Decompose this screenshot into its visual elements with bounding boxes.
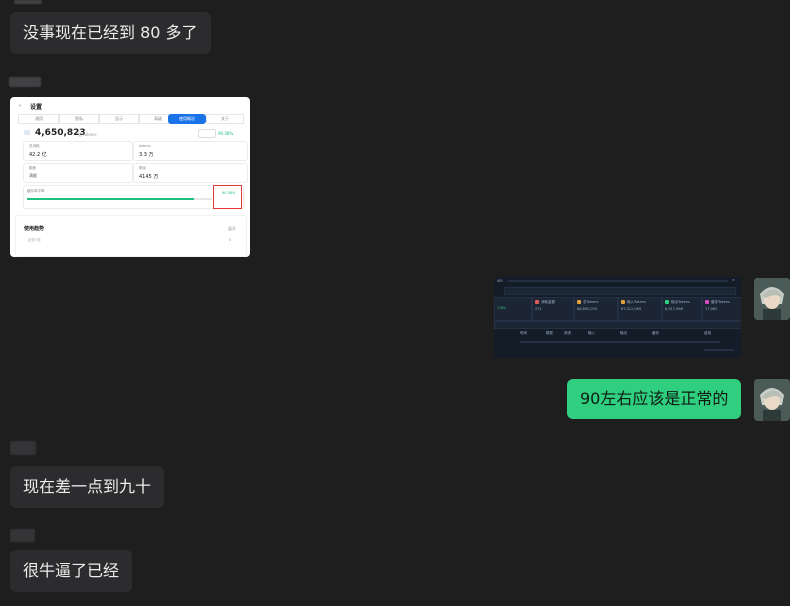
stat-cell-5: 输出Tokens 8,917,966 bbox=[662, 297, 702, 321]
sender-name-blurred bbox=[10, 529, 35, 542]
tab-3: 显示 bbox=[98, 114, 140, 124]
stat-label: 输入Tokens bbox=[627, 300, 646, 304]
table-footer bbox=[704, 349, 734, 351]
metric-label: tokens bbox=[139, 144, 151, 148]
stat-value: 67,012,069 bbox=[621, 307, 642, 311]
metric-value: 42.2 亿 bbox=[29, 152, 47, 158]
image-message-dashboard-screenshot[interactable]: API × 7.8% 消耗金额 271 总Tokens 88,892,033 输… bbox=[494, 277, 741, 358]
message-text: 现在差一点到九十 bbox=[23, 477, 152, 496]
metric-card-1: 总消耗 42.2 亿 bbox=[23, 141, 133, 161]
message-bubble-incoming[interactable]: 现在差一点到九十 bbox=[10, 466, 165, 508]
stat-icon bbox=[535, 300, 539, 304]
table-header-5: 输出 bbox=[620, 331, 627, 335]
settings-title: 设置 bbox=[30, 104, 43, 111]
progress-label: 缓存命中率 bbox=[27, 189, 45, 193]
filter-row bbox=[504, 287, 736, 295]
avatar[interactable] bbox=[754, 278, 790, 320]
message-bubble-outgoing[interactable]: 90左右应该是正常的 bbox=[567, 379, 742, 419]
table-row bbox=[520, 341, 720, 343]
trend-row-right: 0 bbox=[229, 238, 232, 242]
message-bubble-incoming[interactable]: 没事现在已经到 80 多了 bbox=[10, 12, 211, 54]
stat-cell-2: 消耗金额 271 bbox=[532, 297, 574, 321]
dashboard-header: API bbox=[497, 279, 503, 283]
trend-title: 使用趋势 bbox=[24, 226, 45, 232]
stat-label: 总Tokens bbox=[583, 300, 599, 304]
table-header-6: 缓存 bbox=[652, 331, 659, 335]
tab-5-active: 使用概况 bbox=[168, 114, 206, 124]
stat-cell-6: 缓存Tokens 17,962 bbox=[702, 297, 741, 321]
stat-cell-4: 输入Tokens 67,012,069 bbox=[618, 297, 662, 321]
table-header-1: 时间 bbox=[520, 331, 527, 335]
anime-avatar-icon bbox=[754, 278, 790, 320]
metric-value: 4145 万 bbox=[139, 174, 159, 180]
image-message-settings-screenshot[interactable]: ‹ 设置 通用 隐私 显示 高级 使用概况 关于 4,650,823 总 tok… bbox=[10, 97, 250, 257]
tab-2: 隐私 bbox=[58, 114, 100, 124]
stat-value: 88,892,033 bbox=[577, 307, 598, 311]
big-number-sub: 总 tokens bbox=[78, 132, 97, 137]
message-text: 很牛逼了已经 bbox=[23, 561, 120, 580]
usage-icon bbox=[24, 130, 30, 135]
stat-value: 7.8% bbox=[497, 306, 506, 310]
metric-card-2: tokens 3.3 万 bbox=[133, 141, 248, 161]
settings-back-icon: ‹ bbox=[19, 103, 21, 109]
dashboard-topbar bbox=[508, 280, 728, 282]
stat-label: 缓存Tokens bbox=[711, 300, 730, 304]
table-header-2: 模型 bbox=[546, 331, 553, 335]
stat-label: 消耗金额 bbox=[541, 300, 555, 304]
dashboard-close-icon: × bbox=[732, 278, 735, 282]
sender-name-blurred bbox=[14, 0, 42, 4]
sender-name-blurred bbox=[10, 441, 36, 455]
stat-label: 输出Tokens bbox=[671, 300, 690, 304]
tab-1: 通用 bbox=[18, 114, 60, 124]
table-header-4: 输入 bbox=[588, 331, 595, 335]
highlight-box bbox=[213, 185, 242, 209]
stat-icon bbox=[665, 300, 669, 304]
table-header-7: 费用 bbox=[704, 331, 711, 335]
stat-icon bbox=[705, 300, 709, 304]
badge-box bbox=[198, 129, 216, 138]
table-toolbar bbox=[494, 321, 741, 329]
anime-avatar-icon bbox=[754, 379, 790, 421]
message-text: 90左右应该是正常的 bbox=[580, 389, 729, 408]
metric-value: 满额 bbox=[29, 173, 37, 178]
message-bubble-incoming[interactable]: 很牛逼了已经 bbox=[10, 550, 133, 592]
trend-more: 展开 bbox=[228, 226, 236, 231]
trend-row-label: 过去7天 bbox=[28, 238, 41, 242]
stat-value: 271 bbox=[535, 307, 542, 311]
metric-card-4: 剩余 4145 万 bbox=[133, 163, 248, 183]
stat-icon bbox=[577, 300, 581, 304]
metric-label: 剩余 bbox=[139, 166, 146, 170]
avatar[interactable] bbox=[754, 379, 790, 421]
table-header-3: 请求 bbox=[564, 331, 571, 335]
metric-value: 3.3 万 bbox=[139, 152, 154, 158]
stat-value: 17,962 bbox=[705, 307, 718, 311]
stat-value: 8,917,966 bbox=[665, 307, 683, 311]
metric-label: 额度 bbox=[29, 166, 36, 170]
stat-cell-3: 总Tokens 88,892,033 bbox=[574, 297, 618, 321]
stat-cell-1: 7.8% bbox=[494, 297, 532, 321]
tab-6: 关于 bbox=[206, 114, 244, 124]
metric-label: 总消耗 bbox=[29, 144, 40, 148]
stat-icon bbox=[621, 300, 625, 304]
sender-name-blurred bbox=[9, 77, 41, 87]
metric-card-3: 额度 满额 bbox=[23, 163, 133, 183]
progress-fill bbox=[27, 198, 194, 200]
progress-card: 缓存命中率 bbox=[23, 185, 244, 209]
trend-card: 使用趋势 展开 过去7天 0 bbox=[15, 215, 247, 257]
progress-value: 90.38% bbox=[222, 191, 236, 195]
badge-value: 90.38% bbox=[218, 131, 234, 136]
message-text: 没事现在已经到 80 多了 bbox=[23, 23, 198, 42]
